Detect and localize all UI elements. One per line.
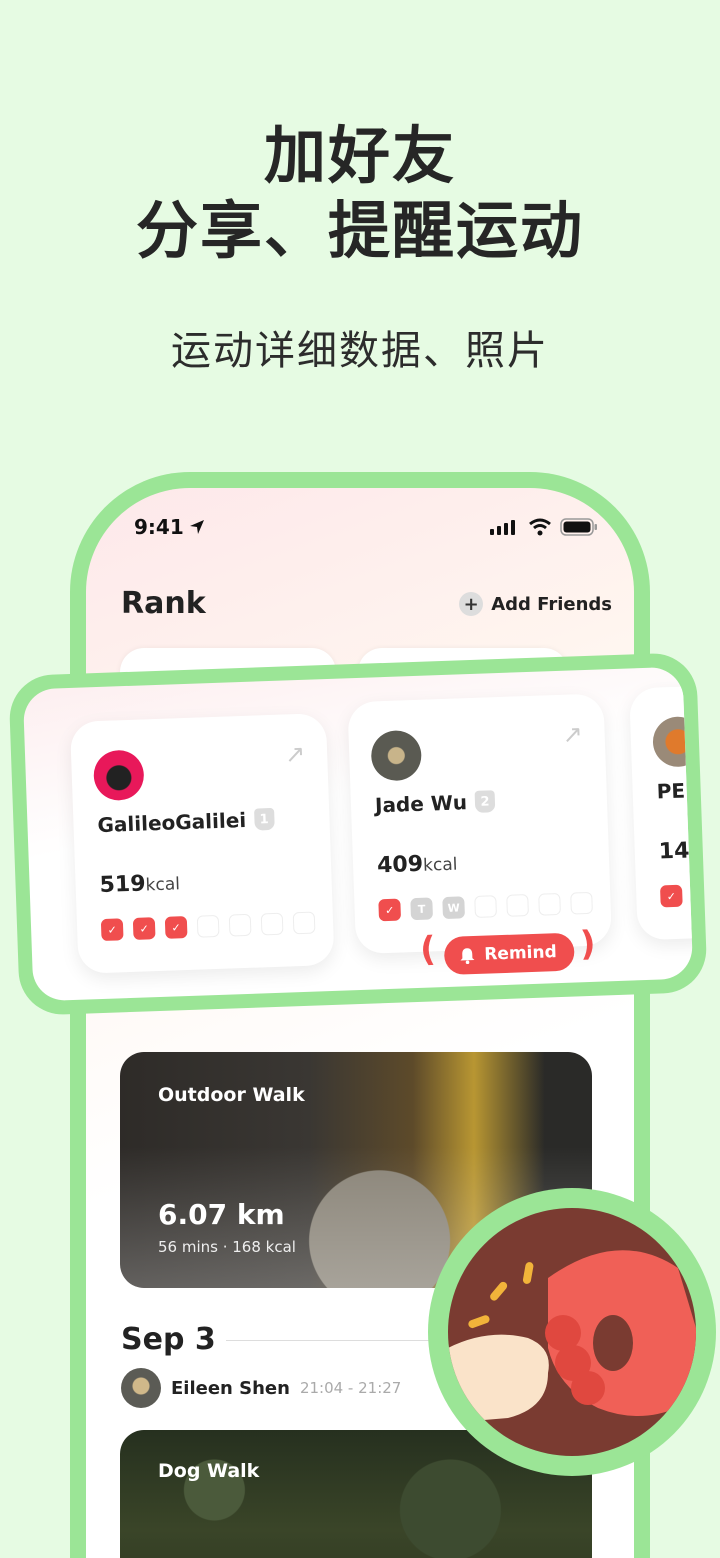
week-checkins: ✓ <box>659 884 683 908</box>
kcal-value: 14 <box>658 838 690 865</box>
feed-time: 21:04 - 21:27 <box>299 1379 402 1397</box>
fist-bump-illustration <box>428 1188 716 1476</box>
activity-meta: 56 mins · 168 kcal <box>158 1238 296 1256</box>
day-check-icon: ✓ <box>378 898 402 922</box>
time-text: 9:41 <box>134 515 184 539</box>
activity-distance: 6.07 km <box>158 1198 285 1231</box>
rank-card[interactable]: ↗ Jade Wu 2 409kcal ✓ T W <box>347 693 613 955</box>
day-empty <box>570 891 593 915</box>
day-empty <box>196 914 220 938</box>
add-friends-button[interactable]: + Add Friends <box>459 592 612 616</box>
kcal-value: 519kcal <box>99 871 181 899</box>
plus-icon: + <box>459 592 484 616</box>
ring-wave-icon: ( <box>419 929 437 970</box>
ring-wave-icon: ) <box>579 923 597 965</box>
rank-card[interactable]: PE 14 ✓ <box>629 679 694 941</box>
day-empty <box>538 892 561 916</box>
day-empty <box>506 894 529 917</box>
status-bar: 9:41 <box>134 514 598 540</box>
week-checkins: ✓ T W <box>378 891 593 922</box>
day-label: W <box>442 896 466 920</box>
feed-user-name: Eileen Shen <box>171 1377 290 1399</box>
avatar <box>121 1368 161 1408</box>
arrow-up-right-icon[interactable]: ↗ <box>285 740 306 769</box>
rank-card-name: GalileoGalilei 1 <box>97 807 275 837</box>
feed-user-row[interactable]: Eileen Shen 21:04 - 21:27 <box>121 1368 401 1408</box>
location-arrow-icon <box>189 520 204 534</box>
rank-card[interactable]: ↗ GalileoGalilei 1 519kcal ✓ ✓ ✓ <box>69 713 335 974</box>
avatar <box>92 749 145 802</box>
activity-type: Dog Walk <box>158 1460 260 1482</box>
status-time: 9:41 <box>134 515 206 539</box>
day-empty <box>260 912 284 936</box>
day-empty <box>474 895 497 918</box>
date-header: Sep 3 <box>121 1322 216 1357</box>
headline-line2: 分享、提醒运动 <box>135 194 584 267</box>
rank-badge: 2 <box>474 790 496 813</box>
day-check-icon: ✓ <box>100 918 124 942</box>
rank-strip: ↗ GalileoGalilei 1 519kcal ✓ ✓ ✓ ↗ Jade … <box>8 652 708 1016</box>
add-friends-label: Add Friends <box>491 593 612 615</box>
day-check-icon: ✓ <box>164 916 188 939</box>
wifi-icon <box>529 518 551 536</box>
remind-label: Remind <box>483 942 558 965</box>
avatar <box>370 729 423 782</box>
day-check-icon: ✓ <box>132 917 156 940</box>
week-checkins: ✓ ✓ ✓ <box>100 911 316 942</box>
avatar <box>652 715 694 768</box>
activity-type: Outdoor Walk <box>158 1084 305 1106</box>
cellular-signal-icon <box>490 520 515 535</box>
rank-card-name: PE <box>656 778 686 804</box>
kcal-value: 409kcal <box>376 851 458 879</box>
day-label: T <box>410 897 434 921</box>
fist-bump-icon <box>448 1250 696 1423</box>
rank-card-name: Jade Wu 2 <box>375 789 496 817</box>
day-check-icon: ✓ <box>659 884 683 908</box>
arrow-up-right-icon[interactable]: ↗ <box>562 720 583 749</box>
subtitle: 运动详细数据、照片 <box>171 328 549 374</box>
remind-button[interactable]: Remind <box>443 932 576 976</box>
day-empty <box>292 911 316 935</box>
divider <box>226 1340 456 1341</box>
rank-badge: 1 <box>253 807 275 831</box>
day-empty <box>228 913 252 937</box>
battery-icon <box>560 518 597 536</box>
page-title: Rank <box>121 586 206 621</box>
bell-icon <box>460 948 475 965</box>
